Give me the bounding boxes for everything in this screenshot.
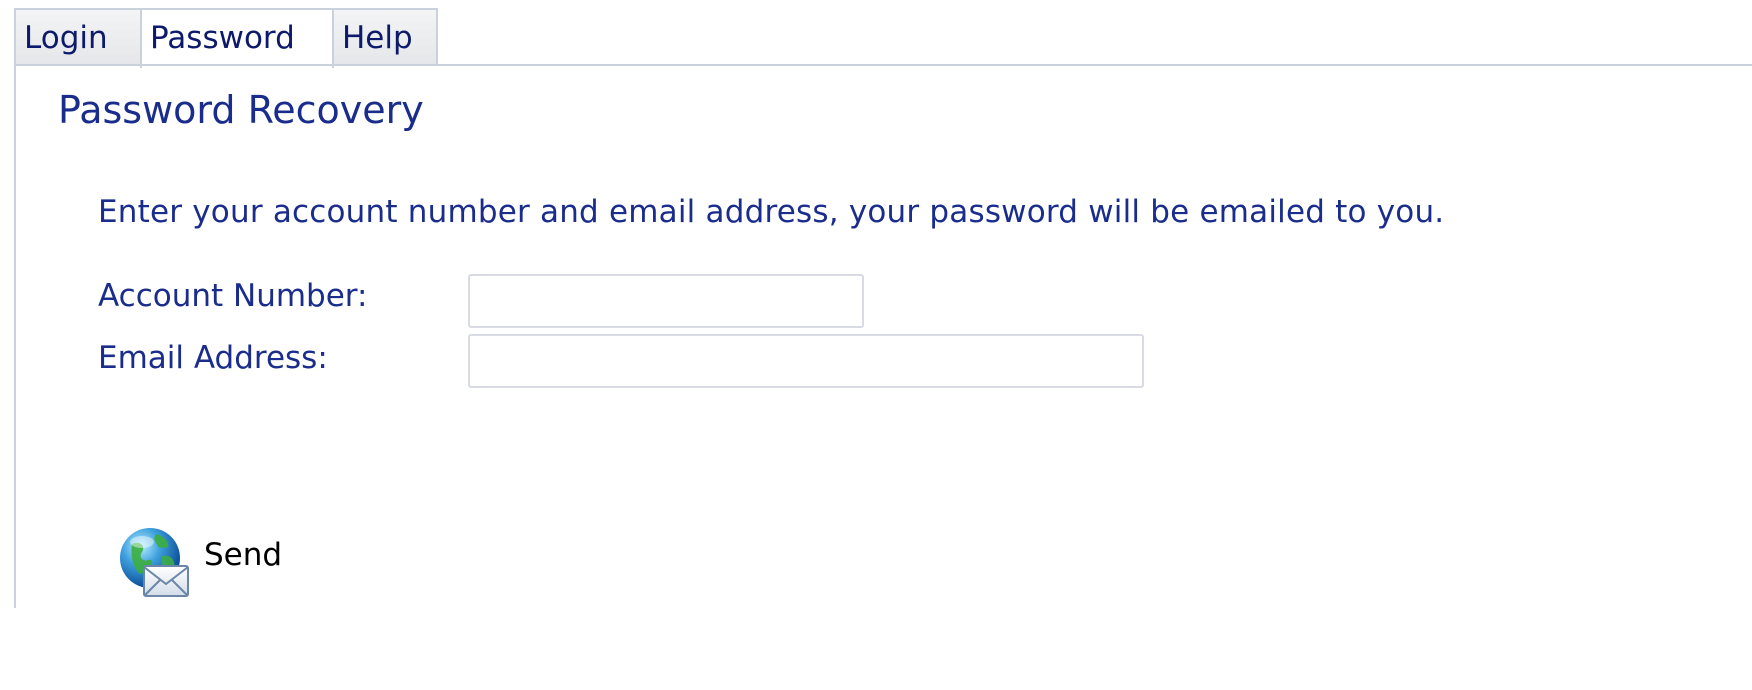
email-address-label: Email Address:: [98, 340, 328, 376]
tab-password[interactable]: Password: [140, 8, 334, 68]
send-label: Send: [204, 537, 283, 573]
page-title: Password Recovery: [58, 88, 424, 132]
account-number-label: Account Number:: [98, 278, 368, 314]
send-button[interactable]: Send: [118, 522, 282, 602]
tab-bar: Login Password Help: [14, 8, 438, 68]
tab-help[interactable]: Help: [332, 8, 438, 66]
account-number-input[interactable]: [468, 274, 864, 328]
tab-login[interactable]: Login: [14, 8, 142, 66]
email-address-input[interactable]: [468, 334, 1144, 388]
instructions-text: Enter your account number and email addr…: [98, 194, 1445, 230]
content-panel: Password Recovery Enter your account num…: [14, 64, 1752, 608]
globe-envelope-icon: [118, 524, 194, 600]
password-recovery-app: Login Password Help Password Recovery En…: [0, 0, 1752, 690]
